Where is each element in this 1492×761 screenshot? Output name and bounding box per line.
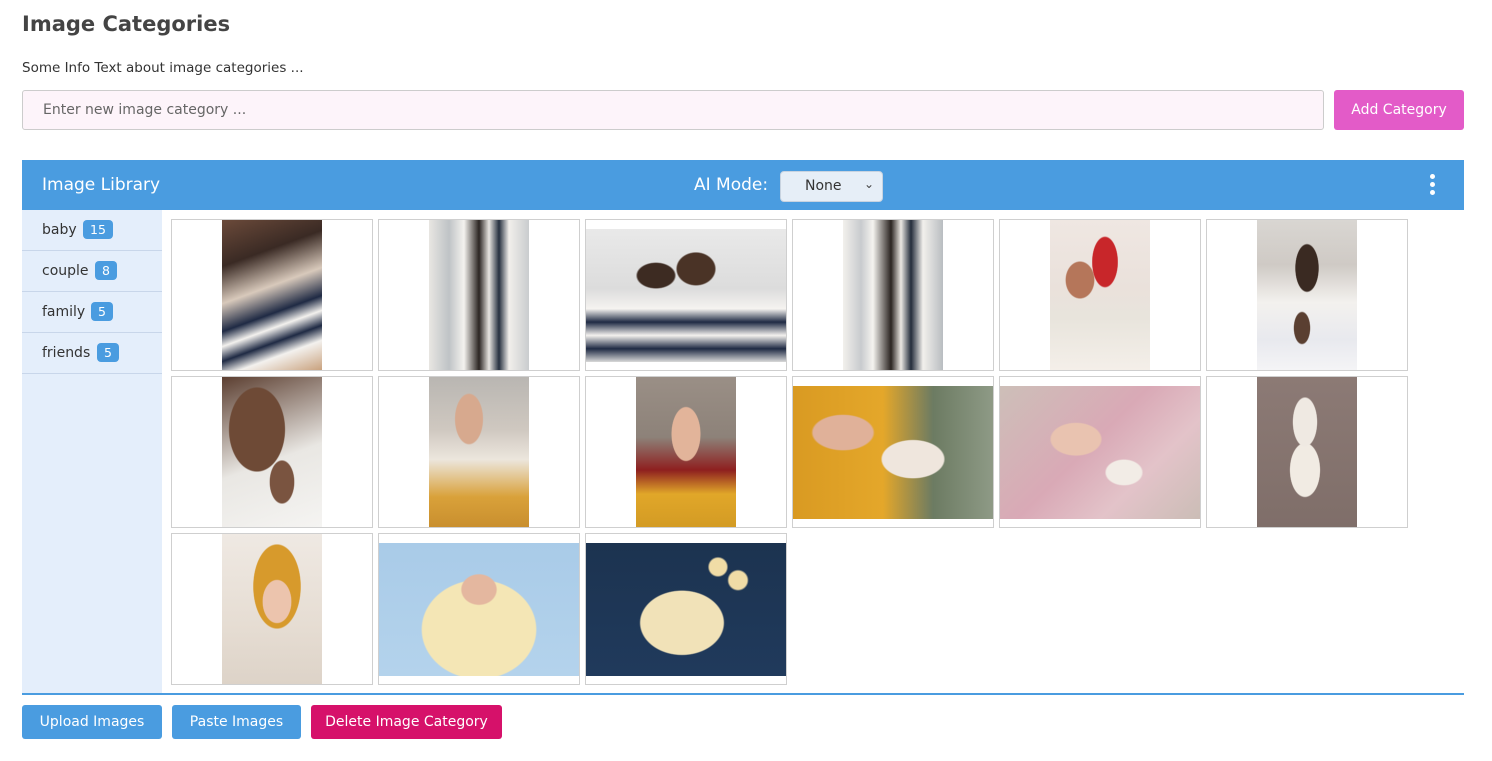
photo [586, 229, 786, 362]
photo [429, 220, 529, 370]
delete-category-button[interactable]: Delete Image Category [311, 705, 502, 739]
paste-images-button[interactable]: Paste Images [172, 705, 301, 739]
image-thumbnail[interactable] [378, 533, 580, 685]
category-count-badge: 5 [97, 343, 119, 362]
photo [843, 220, 943, 370]
photo [1257, 220, 1357, 370]
photo [586, 543, 786, 676]
category-count-badge: 15 [83, 220, 113, 239]
image-library: Image Library AI Mode: None ⌄ baby 15 co… [22, 160, 1464, 695]
image-thumbnail[interactable] [1206, 219, 1408, 371]
kebab-vertical-icon[interactable] [1424, 174, 1440, 198]
photo [1257, 377, 1357, 527]
image-thumbnail[interactable] [792, 219, 994, 371]
category-label: couple [42, 263, 89, 279]
sidebar-item-baby[interactable]: baby 15 [22, 210, 162, 251]
chevron-down-icon: ⌄ [863, 177, 874, 191]
image-thumbnail[interactable] [999, 376, 1201, 528]
image-thumbnail[interactable] [378, 376, 580, 528]
info-text: Some Info Text about image categories ..… [22, 60, 304, 76]
photo [429, 377, 529, 527]
image-thumbnail[interactable] [585, 219, 787, 371]
sidebar-item-family[interactable]: family 5 [22, 292, 162, 333]
sidebar-item-couple[interactable]: couple 8 [22, 251, 162, 292]
new-category-input[interactable] [22, 90, 1324, 130]
category-label: friends [42, 345, 91, 361]
category-label: baby [42, 222, 77, 238]
library-title: Image Library [42, 175, 161, 195]
image-thumbnail[interactable] [378, 219, 580, 371]
image-thumbnail[interactable] [171, 219, 373, 371]
image-thumbnail[interactable] [792, 376, 994, 528]
sidebar-item-friends[interactable]: friends 5 [22, 333, 162, 374]
image-thumbnail[interactable] [999, 219, 1201, 371]
ai-mode-label: AI Mode: [694, 175, 769, 195]
add-category-button[interactable]: Add Category [1334, 90, 1464, 130]
category-sidebar: baby 15 couple 8 family 5 friends 5 [22, 210, 162, 693]
photo [1000, 386, 1200, 519]
photo [636, 377, 736, 527]
image-thumbnail[interactable] [585, 376, 787, 528]
photo [379, 543, 579, 676]
ai-mode-select[interactable]: None ⌄ [780, 171, 883, 202]
photo [222, 377, 322, 527]
photo [793, 386, 993, 519]
page-title: Image Categories [22, 12, 231, 36]
category-label: family [42, 304, 86, 320]
photo [222, 220, 322, 370]
image-thumbnail[interactable] [1206, 376, 1408, 528]
category-count-badge: 5 [91, 302, 113, 321]
photo [222, 534, 322, 684]
library-header: Image Library AI Mode: None ⌄ [22, 160, 1464, 210]
image-thumbnail[interactable] [171, 376, 373, 528]
upload-images-button[interactable]: Upload Images [22, 705, 162, 739]
image-thumbnail[interactable] [171, 533, 373, 685]
image-thumbnail[interactable] [585, 533, 787, 685]
ai-mode-value: None [805, 178, 842, 194]
photo [1050, 220, 1150, 370]
category-count-badge: 8 [95, 261, 117, 280]
